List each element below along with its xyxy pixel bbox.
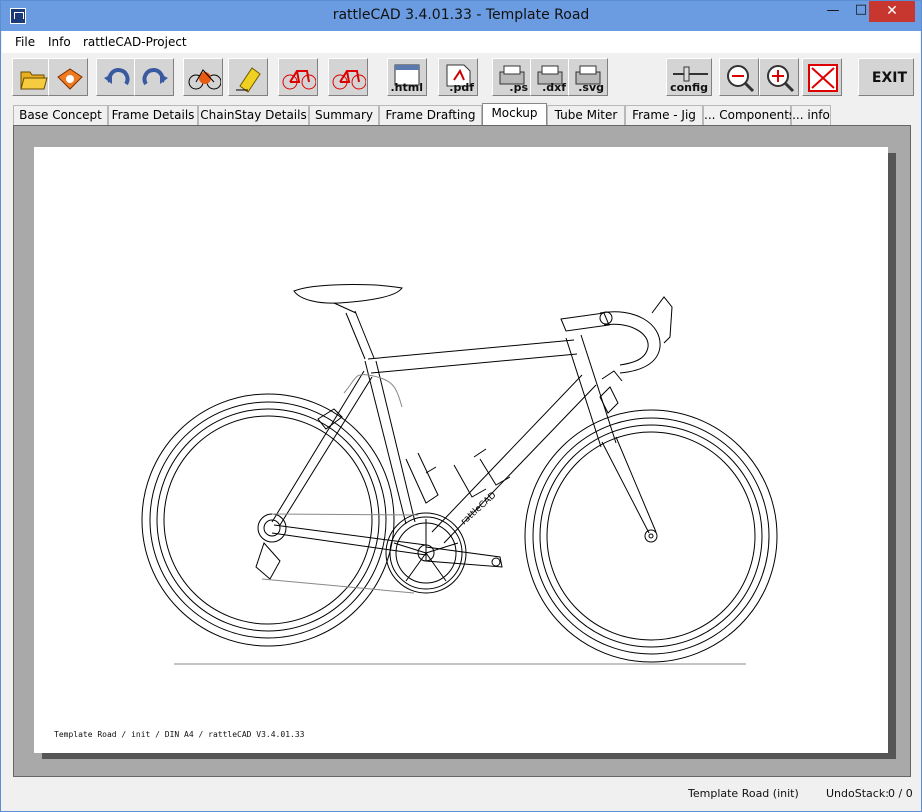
eraser-icon [236, 67, 261, 93]
minimize-button[interactable]: — [819, 3, 847, 24]
render-button[interactable] [183, 58, 223, 96]
toolbar: .html .pdf .ps .dxf .svg config EXIT [2, 53, 920, 101]
tab-frame-drafting[interactable]: Frame Drafting [379, 105, 482, 126]
tab-base-concept[interactable]: Base Concept [13, 105, 108, 126]
zoom-out-button[interactable] [719, 58, 759, 96]
downtube-brand-label: rattleCAD [459, 491, 498, 528]
zoom-in-icon [767, 65, 795, 93]
export-pdf-button[interactable]: .pdf [438, 58, 478, 96]
project-status: Template Road (init) [688, 787, 799, 800]
exit-button[interactable]: EXIT [858, 58, 914, 96]
tab-chainstay-details[interactable]: ChainStay Details [198, 105, 309, 126]
undo-button[interactable] [96, 58, 136, 96]
tab-components[interactable]: ... Components [703, 105, 795, 126]
bike-gear-icon [188, 69, 221, 90]
drawing-canvas[interactable]: rattleCAD Template Road / init / DIN A4 … [13, 125, 911, 777]
tab-summary[interactable]: Summary [309, 105, 379, 126]
bike-mockup-drawing: rattleCAD [141, 284, 778, 665]
bike-icon [282, 70, 316, 90]
bike-compare-button[interactable] [328, 58, 368, 96]
bike-icon [332, 70, 366, 90]
tab-tube-miter[interactable]: Tube Miter [547, 105, 625, 126]
menu-file[interactable]: File [15, 35, 35, 49]
undo-stack-value: 0 / 0 [888, 787, 913, 800]
menu-info[interactable]: Info [48, 35, 71, 49]
tab-frame-jig[interactable]: Frame - Jig [625, 105, 703, 126]
undo-icon [104, 68, 130, 86]
menu-bar: File Info rattleCAD-Project [2, 31, 920, 53]
tab-frame-details[interactable]: Frame Details [108, 105, 198, 126]
close-button[interactable]: ✕ [869, 1, 915, 22]
save-button[interactable] [48, 58, 88, 96]
app-window: rattleCAD 3.4.01.33 - Template Road — □ … [0, 0, 922, 812]
undo-stack-label: UndoStack: [826, 787, 889, 800]
bike-view-button[interactable] [278, 58, 318, 96]
export-dxf-button[interactable]: .dxf [530, 58, 570, 96]
zoom-out-icon [727, 65, 755, 93]
status-bar: Template Road (init) UndoStack: 0 / 0 [2, 781, 920, 811]
title-bar[interactable]: rattleCAD 3.4.01.33 - Template Road — □ … [1, 1, 921, 31]
config-button[interactable]: config [666, 58, 712, 96]
export-svg-button[interactable]: .svg [568, 58, 608, 96]
tab-info[interactable]: ... info [791, 105, 831, 126]
paper-sheet: rattleCAD Template Road / init / DIN A4 … [34, 147, 888, 753]
export-html-button[interactable]: .html [387, 58, 427, 96]
menu-rattlecad-project[interactable]: rattleCAD-Project [83, 35, 187, 49]
zoom-in-button[interactable] [759, 58, 799, 96]
tab-bar: Base Concept Frame Details ChainStay Det… [9, 103, 915, 126]
redo-button[interactable] [134, 58, 174, 96]
open-button[interactable] [12, 58, 52, 96]
fit-to-window-button[interactable] [802, 58, 842, 96]
export-ps-button[interactable]: .ps [492, 58, 532, 96]
fit-icon [808, 64, 838, 92]
redo-icon [142, 68, 168, 86]
folder-icon [20, 71, 48, 90]
drawing-footer: Template Road / init / DIN A4 / rattleCA… [54, 730, 305, 739]
window-title: rattleCAD 3.4.01.33 - Template Road [332, 7, 590, 23]
clear-button[interactable] [228, 58, 268, 96]
save-icon [57, 68, 83, 90]
tab-mockup[interactable]: Mockup [482, 103, 547, 125]
